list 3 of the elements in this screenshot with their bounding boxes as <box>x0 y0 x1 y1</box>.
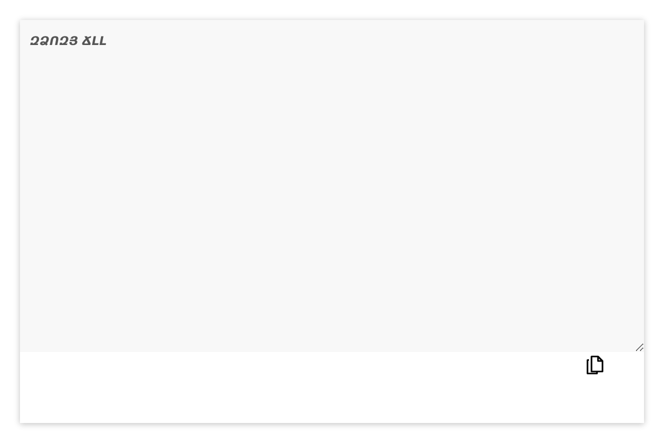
copy-icon <box>586 355 604 375</box>
text-area[interactable]: ԶՁՈԶՅ ՃԼԼ <box>20 20 644 352</box>
copy-button[interactable] <box>586 355 604 375</box>
